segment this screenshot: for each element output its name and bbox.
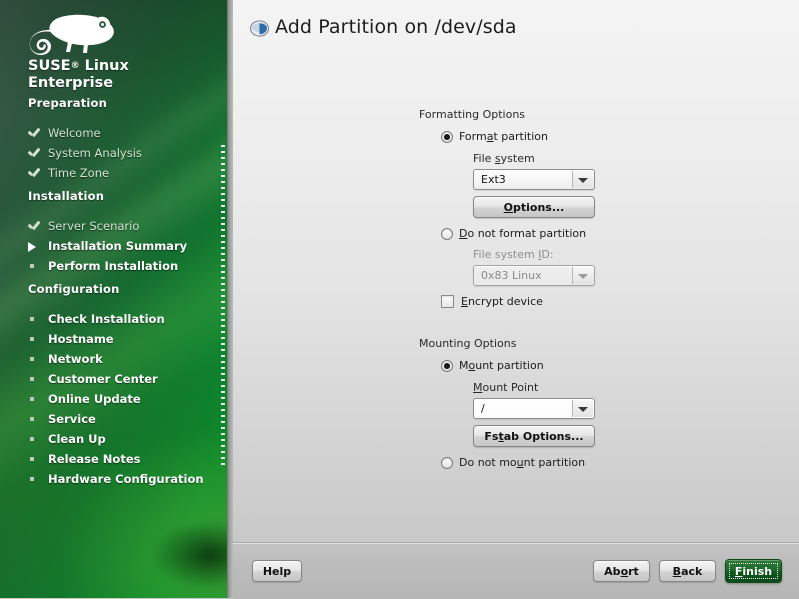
sidebar-item-label: System Analysis xyxy=(48,146,142,160)
sidebar-section-configuration: Configuration xyxy=(28,282,120,296)
page-title: Add Partition on /dev/sda xyxy=(275,16,517,38)
brand-name: SUSE® Linux Enterprise xyxy=(28,58,218,92)
bullet-icon xyxy=(28,412,44,427)
bullet-icon xyxy=(28,332,44,347)
sidebar-perforation xyxy=(221,145,225,465)
radio-indicator xyxy=(441,360,453,372)
sidebar-item-label: Hostname xyxy=(48,332,114,346)
abort-button[interactable]: Abort xyxy=(593,560,650,582)
check-icon xyxy=(28,219,44,234)
radio-indicator xyxy=(441,457,453,469)
brand-line-1: SUSE® Linux xyxy=(28,58,129,74)
formatting-options-group-label: Formatting Options xyxy=(419,108,526,121)
back-button[interactable]: Back xyxy=(659,560,716,582)
finish-button[interactable]: Finish xyxy=(725,559,782,583)
bullet-icon xyxy=(28,312,44,327)
sidebar-item-label: Time Zone xyxy=(48,166,110,180)
sidebar-item-label: Customer Center xyxy=(48,372,158,386)
yast-globe-icon xyxy=(250,19,269,38)
sidebar-item-label: Server Scenario xyxy=(48,219,140,233)
chevron-down-icon[interactable] xyxy=(572,400,593,417)
sidebar-item-label: Service xyxy=(48,412,96,426)
bullet-icon xyxy=(28,472,44,487)
mounting-options-group-label: Mounting Options xyxy=(419,337,517,350)
check-icon xyxy=(28,166,44,181)
encrypt-device-label: Encrypt device xyxy=(461,295,543,308)
dialog-button-bar: Help Abort Back Finish xyxy=(233,542,799,599)
file-system-value: Ext3 xyxy=(481,173,506,186)
sidebar-shade-dark xyxy=(150,520,227,590)
partition-form: Formatting Options Format partition File… xyxy=(233,52,799,542)
sidebar-section-preparation: Preparation xyxy=(28,96,108,110)
sidebar-item-label: Installation Summary xyxy=(48,239,188,253)
file-system-id-value: 0x83 Linux xyxy=(481,269,542,282)
bullet-icon xyxy=(28,372,44,387)
sidebar-item-label: Hardware Configuration xyxy=(48,472,204,486)
fstab-options-label: Fstab Options... xyxy=(484,429,584,443)
bullet-icon xyxy=(28,392,44,407)
file-system-combobox[interactable]: Ext3 xyxy=(473,169,595,190)
check-icon xyxy=(28,126,44,141)
brand-line-2: Enterprise xyxy=(28,75,114,92)
bullet-icon xyxy=(28,432,44,447)
help-button[interactable]: Help xyxy=(252,560,302,582)
radio-indicator xyxy=(441,228,453,240)
chevron-down-icon xyxy=(572,267,593,284)
sidebar-item-label: Network xyxy=(48,352,103,366)
format-partition-label: Format partition xyxy=(459,130,548,143)
checkbox-indicator xyxy=(441,295,454,308)
sidebar-item-label: Release Notes xyxy=(48,452,141,466)
finish-label: Finish xyxy=(734,564,773,578)
bullet-icon xyxy=(28,352,44,367)
mount-partition-label: Mount partition xyxy=(459,359,544,372)
file-system-id-label: File system ID: xyxy=(473,248,554,261)
fstab-options-button[interactable]: Fstab Options... xyxy=(473,425,595,447)
check-icon xyxy=(28,146,44,161)
file-system-label: File system xyxy=(473,152,535,165)
do-not-format-partition-label: Do not format partition xyxy=(459,227,587,240)
sidebar-divider xyxy=(227,0,233,598)
installer-window: SUSE® Linux Enterprise Preparation Welco… xyxy=(0,0,799,599)
sidebar-item-label: Clean Up xyxy=(48,432,106,446)
main-panel: Add Partition on /dev/sda Formatting Opt… xyxy=(233,0,799,598)
sidebar-item-label: Online Update xyxy=(48,392,141,406)
abort-label: Abort xyxy=(604,564,639,578)
mount-point-label: Mount Point xyxy=(473,381,539,394)
triangle-icon xyxy=(28,239,44,254)
mount-point-combobox[interactable]: / xyxy=(473,398,595,419)
chevron-down-icon[interactable] xyxy=(572,171,593,188)
format-options-button[interactable]: Options... xyxy=(473,196,595,218)
format-options-label: Options... xyxy=(503,200,565,214)
sidebar-item-label: Perform Installation xyxy=(48,259,179,273)
mount-point-value: / xyxy=(481,402,485,415)
bullet-icon xyxy=(28,259,44,274)
installer-sidebar: SUSE® Linux Enterprise Preparation Welco… xyxy=(0,0,227,598)
suse-chameleon-logo xyxy=(22,8,142,60)
sidebar-section-installation: Installation xyxy=(28,189,105,203)
sidebar-item-label: Welcome xyxy=(48,126,101,140)
help-label: Help xyxy=(262,564,292,578)
file-system-id-combobox: 0x83 Linux xyxy=(473,265,595,286)
radio-indicator xyxy=(441,131,453,143)
do-not-mount-partition-label: Do not mount partition xyxy=(459,456,586,469)
back-label: Back xyxy=(672,564,703,578)
dialog-header: Add Partition on /dev/sda xyxy=(233,0,799,52)
bullet-icon xyxy=(28,452,44,467)
sidebar-item-label: Check Installation xyxy=(48,312,165,326)
